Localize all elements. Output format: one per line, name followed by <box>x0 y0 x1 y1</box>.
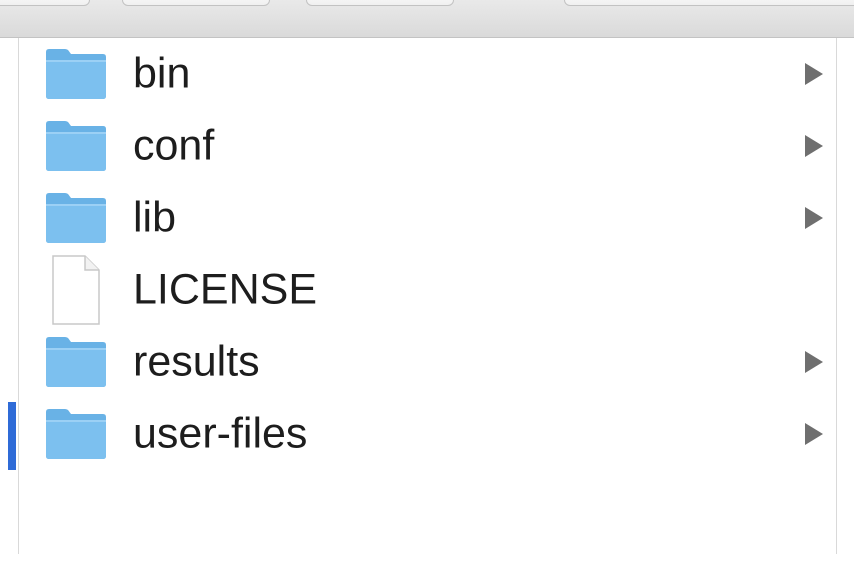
selection-indicator <box>8 402 16 470</box>
document-icon <box>45 254 107 331</box>
search-field[interactable] <box>564 0 854 6</box>
folder-icon <box>45 110 107 187</box>
folder-icon <box>45 398 107 475</box>
file-row-license[interactable]: LICENSE <box>19 254 836 326</box>
file-name: LICENSE <box>133 265 318 314</box>
file-name: lib <box>133 193 177 242</box>
file-name: bin <box>133 49 191 98</box>
folder-icon <box>45 326 107 403</box>
file-name: user-files <box>133 409 308 458</box>
file-name: results <box>133 337 260 386</box>
folder-icon <box>45 182 107 259</box>
toolbar-button-arrange[interactable] <box>306 0 454 6</box>
file-row-lib[interactable]: lib <box>19 182 836 254</box>
disclosure-triangle-icon[interactable] <box>805 423 823 445</box>
toolbar-button-back[interactable] <box>0 0 90 6</box>
toolbar <box>0 0 854 38</box>
file-row-results[interactable]: results <box>19 326 836 398</box>
finder-window: bin conf lib LICENSE results user-files <box>0 0 854 570</box>
file-row-bin[interactable]: bin <box>19 38 836 110</box>
file-row-conf[interactable]: conf <box>19 110 836 182</box>
disclosure-triangle-icon[interactable] <box>805 63 823 85</box>
toolbar-button-view[interactable] <box>122 0 270 6</box>
disclosure-triangle-icon[interactable] <box>805 135 823 157</box>
file-name: conf <box>133 121 215 170</box>
folder-icon <box>45 38 107 115</box>
disclosure-triangle-icon[interactable] <box>805 207 823 229</box>
file-column-list: bin conf lib LICENSE results user-files <box>19 38 836 470</box>
file-row-user-files[interactable]: user-files <box>19 398 836 470</box>
disclosure-triangle-icon[interactable] <box>805 351 823 373</box>
column-divider[interactable] <box>836 38 837 554</box>
